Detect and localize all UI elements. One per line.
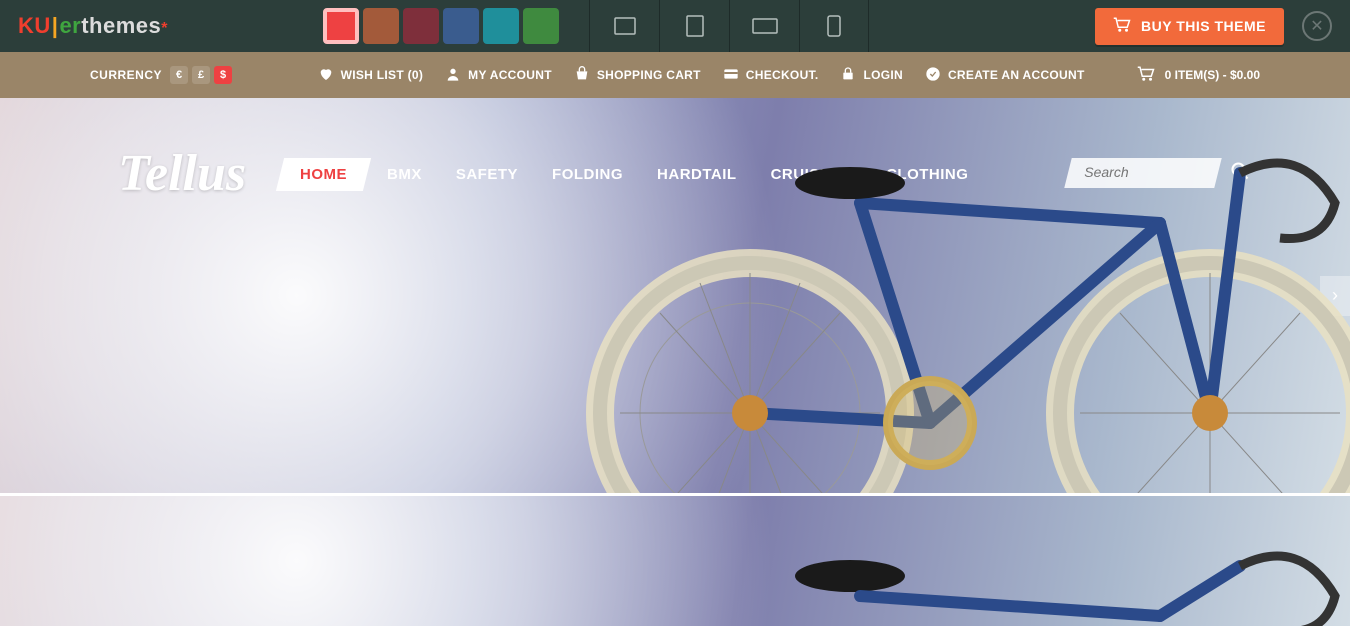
nav-safety[interactable]: SAFETY bbox=[442, 156, 532, 193]
top-links: WISH LIST (0) MY ACCOUNT SHOPPING CART C… bbox=[318, 66, 1260, 85]
cart-summary[interactable]: 0 ITEM(S) - $0.00 bbox=[1137, 66, 1260, 85]
create-label: CREATE AN ACCOUNT bbox=[948, 68, 1085, 82]
create-account-link[interactable]: CREATE AN ACCOUNT bbox=[925, 66, 1085, 85]
cart-summary-text: 0 ITEM(S) - $0.00 bbox=[1165, 68, 1260, 82]
logo-asterisk: * bbox=[161, 20, 168, 38]
nav-label: HOME bbox=[300, 166, 347, 183]
checkout-link[interactable]: CHECKOUT. bbox=[723, 66, 819, 85]
nav-label: BMX bbox=[387, 166, 422, 183]
secondary-bike-image bbox=[550, 506, 1350, 626]
account-label: MY ACCOUNT bbox=[468, 68, 552, 82]
cart-icon bbox=[1137, 66, 1155, 85]
wishlist-label: WISH LIST (0) bbox=[341, 68, 424, 82]
currency-switcher: CURRENCY €£$ bbox=[90, 66, 232, 84]
device-tablet-landscape[interactable] bbox=[729, 0, 799, 52]
user-icon bbox=[445, 66, 461, 85]
color-swatch-blue[interactable] bbox=[443, 8, 479, 44]
color-swatch-maroon[interactable] bbox=[403, 8, 439, 44]
nav-label: SAFETY bbox=[456, 166, 518, 183]
nav-home[interactable]: HOME bbox=[276, 158, 371, 191]
device-mobile[interactable] bbox=[799, 0, 869, 52]
device-desktop[interactable] bbox=[589, 0, 659, 52]
lock-icon bbox=[840, 66, 856, 85]
logo-part-ku: KU bbox=[18, 13, 51, 39]
wishlist-link[interactable]: WISH LIST (0) bbox=[318, 66, 424, 85]
color-swatches bbox=[323, 8, 559, 44]
close-demo-bar[interactable]: ✕ bbox=[1302, 11, 1332, 41]
checkout-label: CHECKOUT. bbox=[746, 68, 819, 82]
cart-label: SHOPPING CART bbox=[597, 68, 701, 82]
check-circle-icon bbox=[925, 66, 941, 85]
top-bar: CURRENCY €£$ WISH LIST (0) MY ACCOUNT SH… bbox=[0, 52, 1350, 98]
heart-icon bbox=[318, 66, 334, 85]
logo-part-themes: Themes bbox=[81, 13, 161, 39]
logo-part-er: er bbox=[59, 13, 81, 39]
kulerthemes-logo[interactable]: KU | er Themes * bbox=[18, 13, 168, 39]
shopping-cart-link[interactable]: SHOPPING CART bbox=[574, 66, 701, 85]
color-swatch-red[interactable] bbox=[323, 8, 359, 44]
login-link[interactable]: LOGIN bbox=[840, 66, 903, 85]
device-switcher bbox=[589, 0, 869, 52]
buy-theme-label: BUY THIS THEME bbox=[1141, 18, 1266, 34]
nav-bmx[interactable]: BMX bbox=[373, 156, 436, 193]
color-swatch-green[interactable] bbox=[523, 8, 559, 44]
hero-slider: Tellus HOMEBMXSAFETYFOLDINGHARDTAILCRUIS… bbox=[0, 98, 1350, 493]
hero-bike-image bbox=[550, 113, 1350, 493]
currency-$[interactable]: $ bbox=[214, 66, 232, 84]
site-logo[interactable]: Tellus bbox=[118, 144, 246, 203]
hero-secondary bbox=[0, 496, 1350, 626]
buy-theme-button[interactable]: BUY THIS THEME bbox=[1095, 8, 1284, 45]
basket-icon bbox=[574, 66, 590, 85]
color-swatch-brown[interactable] bbox=[363, 8, 399, 44]
currency-label: CURRENCY bbox=[90, 68, 162, 82]
login-label: LOGIN bbox=[863, 68, 903, 82]
logo-part-pipe: | bbox=[52, 13, 59, 39]
currency-£[interactable]: £ bbox=[192, 66, 210, 84]
cart-icon bbox=[1113, 17, 1131, 36]
device-tablet-portrait[interactable] bbox=[659, 0, 729, 52]
my-account-link[interactable]: MY ACCOUNT bbox=[445, 66, 552, 85]
demo-bar: KU | er Themes * BUY THIS THEME ✕ bbox=[0, 0, 1350, 52]
currency-€[interactable]: € bbox=[170, 66, 188, 84]
card-icon bbox=[723, 66, 739, 85]
color-swatch-teal[interactable] bbox=[483, 8, 519, 44]
